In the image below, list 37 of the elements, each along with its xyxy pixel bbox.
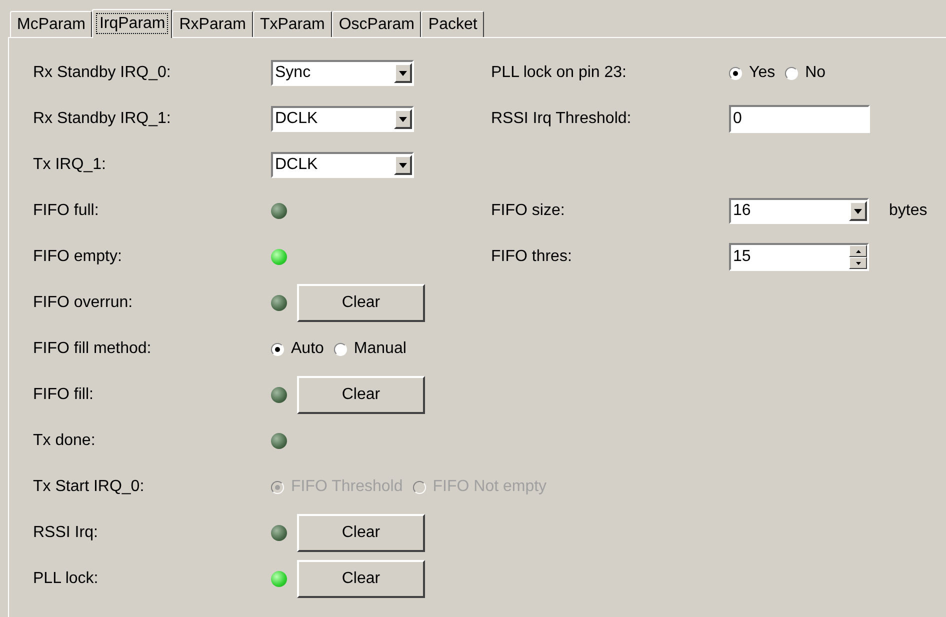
clear-button[interactable]: Clear bbox=[297, 514, 425, 552]
field-label: RSSI Irq Threshold: bbox=[491, 109, 632, 129]
field-label: Rx Standby IRQ_0: bbox=[33, 63, 172, 83]
unit-label: bytes bbox=[889, 201, 928, 221]
field-label: FIFO full: bbox=[33, 201, 100, 221]
clear-button[interactable]: Clear bbox=[297, 560, 425, 598]
field-label: Tx IRQ_1: bbox=[33, 155, 107, 175]
dropdown[interactable]: DCLK bbox=[271, 106, 414, 132]
clear-button[interactable]: Clear bbox=[297, 284, 425, 322]
tab[interactable]: TxParam bbox=[252, 11, 332, 37]
dropdown[interactable]: DCLK bbox=[271, 152, 414, 178]
threshold-field[interactable]: 0 bbox=[729, 105, 870, 133]
field-label: FIFO fill method: bbox=[33, 339, 152, 359]
field-label: Tx Start IRQ_0: bbox=[33, 477, 146, 497]
field-label: RSSI Irq: bbox=[33, 523, 99, 543]
field-label: FIFO size: bbox=[491, 201, 566, 221]
field-label: FIFO overrun: bbox=[33, 293, 134, 313]
field-label: PLL lock on pin 23: bbox=[491, 63, 628, 83]
option-label[interactable]: Auto bbox=[291, 337, 324, 361]
option-label[interactable]: Manual bbox=[354, 337, 406, 361]
field-label: PLL lock: bbox=[33, 569, 100, 589]
tab[interactable]: IrqParam bbox=[92, 9, 172, 38]
option-label[interactable]: Yes bbox=[749, 61, 776, 85]
spinner-field[interactable]: 15 bbox=[729, 243, 869, 271]
field-label: Rx Standby IRQ_1: bbox=[33, 109, 172, 129]
tab[interactable]: OscParam bbox=[332, 11, 422, 37]
field-label: FIFO thres: bbox=[491, 247, 573, 267]
option-label[interactable]: No bbox=[805, 61, 826, 85]
field-label: FIFO fill: bbox=[33, 385, 94, 405]
field-label: Tx done: bbox=[33, 431, 96, 451]
tab[interactable]: McParam bbox=[10, 11, 92, 37]
tab[interactable]: RxParam bbox=[172, 11, 253, 37]
dropdown[interactable]: Sync bbox=[271, 60, 414, 86]
clear-button[interactable]: Clear bbox=[297, 376, 425, 414]
dropdown[interactable]: 16 bbox=[729, 198, 869, 224]
field-label: FIFO empty: bbox=[33, 247, 123, 267]
tab[interactable]: Packet bbox=[421, 11, 484, 37]
